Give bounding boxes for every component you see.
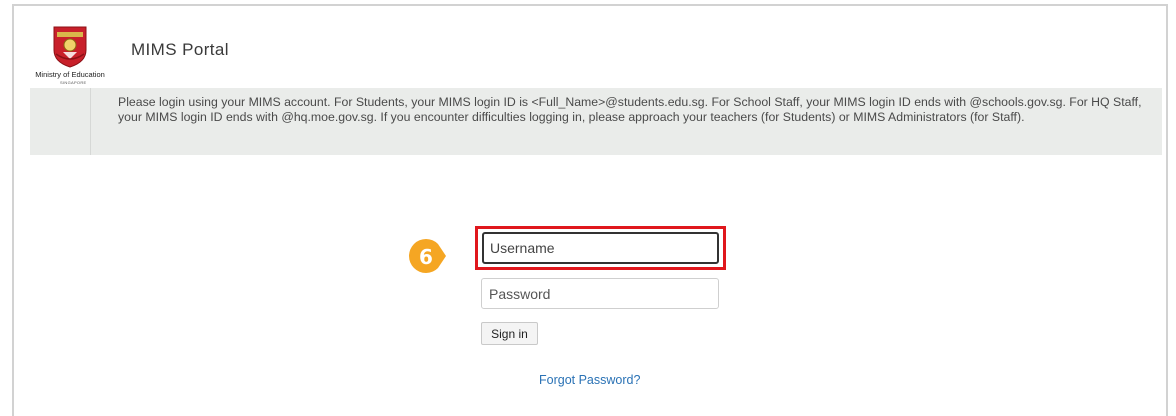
forgot-password-link[interactable]: Forgot Password?	[539, 373, 640, 387]
moe-crest-icon	[53, 26, 87, 68]
step-badge: 6	[408, 238, 446, 276]
portal-frame	[12, 4, 1168, 416]
username-input[interactable]	[482, 232, 719, 264]
sign-in-button[interactable]: Sign in	[481, 322, 538, 345]
login-notice: Please login using your MIMS account. Fo…	[30, 88, 1162, 155]
logo-country-text: SINGAPORE	[60, 80, 87, 85]
password-input[interactable]	[481, 278, 719, 309]
page-title: MIMS Portal	[131, 40, 229, 59]
moe-logo: Ministry of Education SINGAPORE	[20, 24, 120, 88]
logo-ministry-text: Ministry of Education	[35, 70, 105, 79]
step-number: 6	[419, 245, 433, 269]
notice-side-panel	[30, 88, 91, 155]
notice-text: Please login using your MIMS account. Fo…	[118, 95, 1142, 124]
